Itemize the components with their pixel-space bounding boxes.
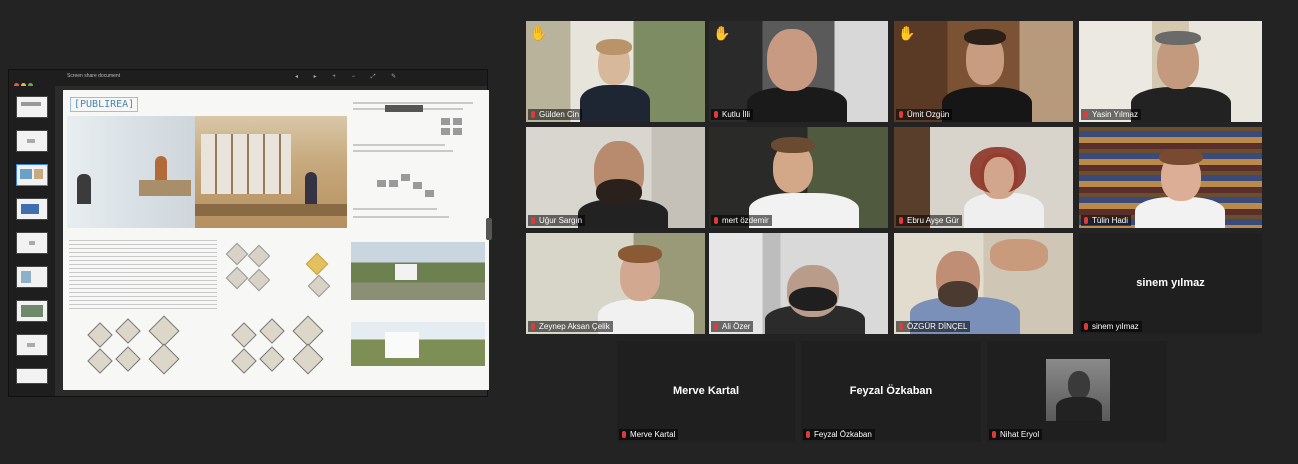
thumbnail[interactable]: [16, 334, 48, 356]
participant-name-text: Uğur Sargın: [539, 216, 583, 225]
participant-name-text: Nihat Eryol: [1000, 430, 1040, 439]
participant-name-text: Zeynep Aksan Çelik: [539, 322, 610, 331]
participant-name-text: Ebru Ayşe Gür: [907, 216, 959, 225]
mic-muted-icon: [1084, 323, 1088, 330]
participant-name: Uğur Sargın: [528, 215, 586, 226]
mic-muted-icon: [531, 217, 535, 224]
participant-name: Nihat Eryol: [989, 429, 1043, 440]
avatar: [1046, 359, 1110, 421]
mic-muted-icon: [899, 323, 903, 330]
mic-muted-icon: [899, 111, 903, 118]
video-tile[interactable]: mert özdemir: [709, 127, 888, 228]
participant-name-text: sinem yılmaz: [1092, 322, 1139, 331]
shared-screen[interactable]: Screen share document ◂ ▸ + − ⤢ ✎ [PUBLI…: [8, 69, 489, 397]
zoom-meeting-window: Screen share document ◂ ▸ + − ⤢ ✎ [PUBLI…: [0, 0, 1298, 464]
raise-hand-icon: ✋: [530, 25, 548, 41]
thumbnail[interactable]: [16, 198, 48, 220]
participant-name-text: Ümit Ozgün: [907, 110, 950, 119]
thumbnail[interactable]: [16, 368, 48, 384]
thumbnail[interactable]: [16, 266, 48, 288]
participant-name-text: ÖZGÜR DİNÇEL: [907, 322, 968, 331]
site-photo-1: [351, 242, 485, 300]
video-tile[interactable]: ✋ Kutlu İlli: [709, 21, 888, 122]
video-tile-camera-off[interactable]: sinem yılmaz sinem yılmaz: [1079, 233, 1262, 334]
participant-name: Merve Kartal: [619, 429, 679, 440]
shared-screen-toolbar: Screen share document ◂ ▸ + − ⤢ ✎: [9, 70, 487, 88]
thumbnail[interactable]: [16, 130, 48, 152]
mic-muted-icon: [531, 111, 535, 118]
video-tile[interactable]: Uğur Sargın: [526, 127, 705, 228]
mic-muted-icon: [1084, 111, 1088, 118]
participant-name-text: Yasin Yılmaz: [1092, 110, 1138, 119]
participant-name-text: Gülden Cin: [539, 110, 580, 119]
thumbnail[interactable]: [16, 96, 48, 118]
thumbnail[interactable]: [16, 300, 48, 322]
tooltip: [385, 105, 423, 112]
video-tile[interactable]: Ebru Ayşe Gür: [894, 127, 1073, 228]
mic-muted-icon: [806, 431, 810, 438]
description-paragraphs: [69, 240, 217, 310]
text-column: [353, 98, 481, 226]
participant-name: Gülden Cin: [528, 109, 583, 120]
participant-name: Kutlu İlli: [711, 109, 754, 120]
participant-name: Zeynep Aksan Çelik: [528, 321, 613, 332]
participant-name: sinem yılmaz: [1081, 321, 1142, 332]
board-brand-logo: [PUBLIREA]: [70, 97, 139, 112]
participant-name-text: Feyzal Özkaban: [814, 430, 872, 439]
page-thumbnails[interactable]: [9, 86, 55, 396]
raise-hand-icon: ✋: [898, 25, 916, 41]
mic-muted-icon: [714, 217, 718, 224]
participant-display-name: Merve Kartal: [672, 385, 740, 397]
participant-display-name: Feyzal Özkaban: [849, 385, 933, 397]
participant-name: Yasin Yılmaz: [1081, 109, 1141, 120]
site-photo-2: [351, 322, 485, 366]
thumbnail[interactable]: [16, 232, 48, 254]
thumbnail-selected[interactable]: [16, 164, 48, 186]
participant-name-text: Kutlu İlli: [722, 110, 751, 119]
video-tile[interactable]: Ali Özer: [709, 233, 888, 334]
video-tile[interactable]: Tülin Hadi: [1079, 127, 1262, 228]
split-handle[interactable]: [486, 218, 492, 240]
video-tile-camera-off[interactable]: Nihat Eryol: [987, 341, 1167, 442]
participant-name: Ali Özer: [711, 321, 754, 332]
mic-muted-icon: [622, 431, 626, 438]
video-tile[interactable]: Yasin Yılmaz: [1079, 21, 1262, 122]
participant-name-text: Ali Özer: [722, 322, 751, 331]
raise-hand-icon: ✋: [713, 25, 731, 41]
participant-display-name: sinem yılmaz: [1136, 277, 1205, 289]
participant-name: mert özdemir: [711, 215, 772, 226]
video-tile-camera-off[interactable]: Feyzal Özkaban Feyzal Özkaban: [801, 341, 981, 442]
video-tile-camera-off[interactable]: Merve Kartal Merve Kartal: [617, 341, 795, 442]
interior-render-2: [195, 116, 347, 228]
video-tile-active-speaker[interactable]: ÖZGÜR DİNÇEL: [894, 233, 1073, 334]
participant-name-text: mert özdemir: [722, 216, 769, 225]
viewer-tools[interactable]: ◂ ▸ + − ⤢ ✎: [295, 73, 403, 81]
participant-name: Tülin Hadi: [1081, 215, 1132, 226]
participant-name-text: Tülin Hadi: [1092, 216, 1129, 225]
mic-muted-icon: [714, 111, 718, 118]
massing-diagrams: [221, 240, 341, 310]
video-tile[interactable]: Zeynep Aksan Çelik: [526, 233, 705, 334]
participant-name-text: Merve Kartal: [630, 430, 676, 439]
mic-muted-icon: [992, 431, 996, 438]
participant-name: Ebru Ayşe Gür: [896, 215, 962, 226]
mic-muted-icon: [1084, 217, 1088, 224]
participant-name: Ümit Ozgün: [896, 109, 953, 120]
mic-muted-icon: [531, 323, 535, 330]
video-tile[interactable]: ✋ Ümit Ozgün: [894, 21, 1073, 122]
participant-name: Feyzal Özkaban: [803, 429, 875, 440]
shared-document-title: Screen share document: [67, 73, 121, 79]
presentation-board: [PUBLIREA]: [63, 90, 489, 390]
mic-muted-icon: [714, 323, 718, 330]
plan-diagrams: [85, 315, 335, 378]
mic-muted-icon: [899, 217, 903, 224]
video-tile[interactable]: ✋ Gülden Cin: [526, 21, 705, 122]
participant-name: ÖZGÜR DİNÇEL: [896, 321, 971, 332]
interior-render-1: [67, 116, 195, 228]
